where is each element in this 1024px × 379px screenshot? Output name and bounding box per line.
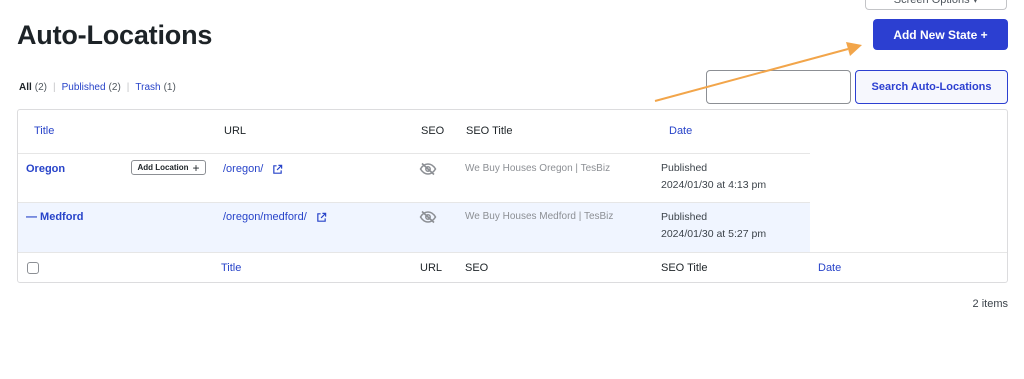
- row-title-link[interactable]: — Medford: [26, 211, 83, 223]
- footer-column-title-sort[interactable]: Title: [221, 262, 241, 274]
- page-title: Auto-Locations: [17, 20, 213, 50]
- view-trash-link[interactable]: Trash: [135, 82, 160, 93]
- row-url-link[interactable]: /oregon/medford/: [223, 211, 307, 223]
- seo-hidden-eye-icon: [419, 210, 437, 224]
- footer-column-seo-title: SEO Title: [661, 262, 708, 274]
- row-url-cell: /oregon/medford/: [223, 211, 327, 223]
- view-filters: All (2) | Published (2) | Trash (1): [19, 82, 176, 93]
- column-title-sort[interactable]: Title: [34, 125, 54, 137]
- footer-divider: [18, 252, 1007, 253]
- view-published-link[interactable]: Published: [62, 82, 106, 93]
- view-all-count: (2): [34, 82, 48, 93]
- column-seo: SEO: [421, 125, 445, 137]
- locations-table: Title URL SEO SEO Title Date Oregon Add …: [17, 109, 1008, 283]
- select-all-checkbox[interactable]: [27, 262, 39, 274]
- add-location-label: Add Location: [137, 163, 189, 172]
- row-date: 2024/01/30 at 4:13 pm: [661, 179, 767, 191]
- view-all-link[interactable]: All: [19, 82, 32, 93]
- seo-hidden-eye-icon: [419, 162, 437, 176]
- row-date-cell: Published 2024/01/30 at 4:13 pm: [661, 160, 766, 194]
- column-seo-title: SEO Title: [466, 125, 513, 137]
- column-url: URL: [224, 125, 247, 137]
- row-seo-title: We Buy Houses Oregon | TesBiz: [465, 163, 611, 174]
- view-separator: |: [53, 82, 56, 93]
- row-status: Published: [661, 211, 708, 223]
- view-trash-count: (1): [163, 82, 176, 93]
- add-new-state-button[interactable]: Add New State +: [873, 19, 1008, 50]
- screen-options-button[interactable]: Screen Options ▾: [865, 0, 1007, 10]
- plus-icon: +: [192, 160, 200, 175]
- add-location-button[interactable]: Add Location +: [131, 160, 206, 175]
- items-count: 2 items: [972, 298, 1008, 310]
- row-url-link[interactable]: /oregon/: [223, 163, 263, 175]
- row-title-link[interactable]: Oregon: [26, 163, 65, 175]
- row-date: 2024/01/30 at 5:27 pm: [661, 228, 767, 240]
- search-button[interactable]: Search Auto-Locations: [855, 70, 1008, 104]
- view-separator: |: [126, 82, 130, 93]
- footer-column-seo: SEO: [465, 262, 489, 274]
- external-link-icon[interactable]: [316, 212, 327, 223]
- column-date-sort[interactable]: Date: [669, 125, 692, 137]
- row-url-cell: /oregon/: [223, 163, 283, 175]
- view-published-count: (2): [108, 82, 121, 93]
- footer-column-date-sort[interactable]: Date: [818, 262, 841, 274]
- footer-column-url: URL: [420, 262, 443, 274]
- row-status: Published: [661, 162, 708, 174]
- row-date-cell: Published 2024/01/30 at 5:27 pm: [661, 209, 766, 243]
- external-link-icon[interactable]: [272, 164, 283, 175]
- search-input[interactable]: [706, 70, 851, 104]
- row-seo-title: We Buy Houses Medford | TesBiz: [465, 211, 614, 222]
